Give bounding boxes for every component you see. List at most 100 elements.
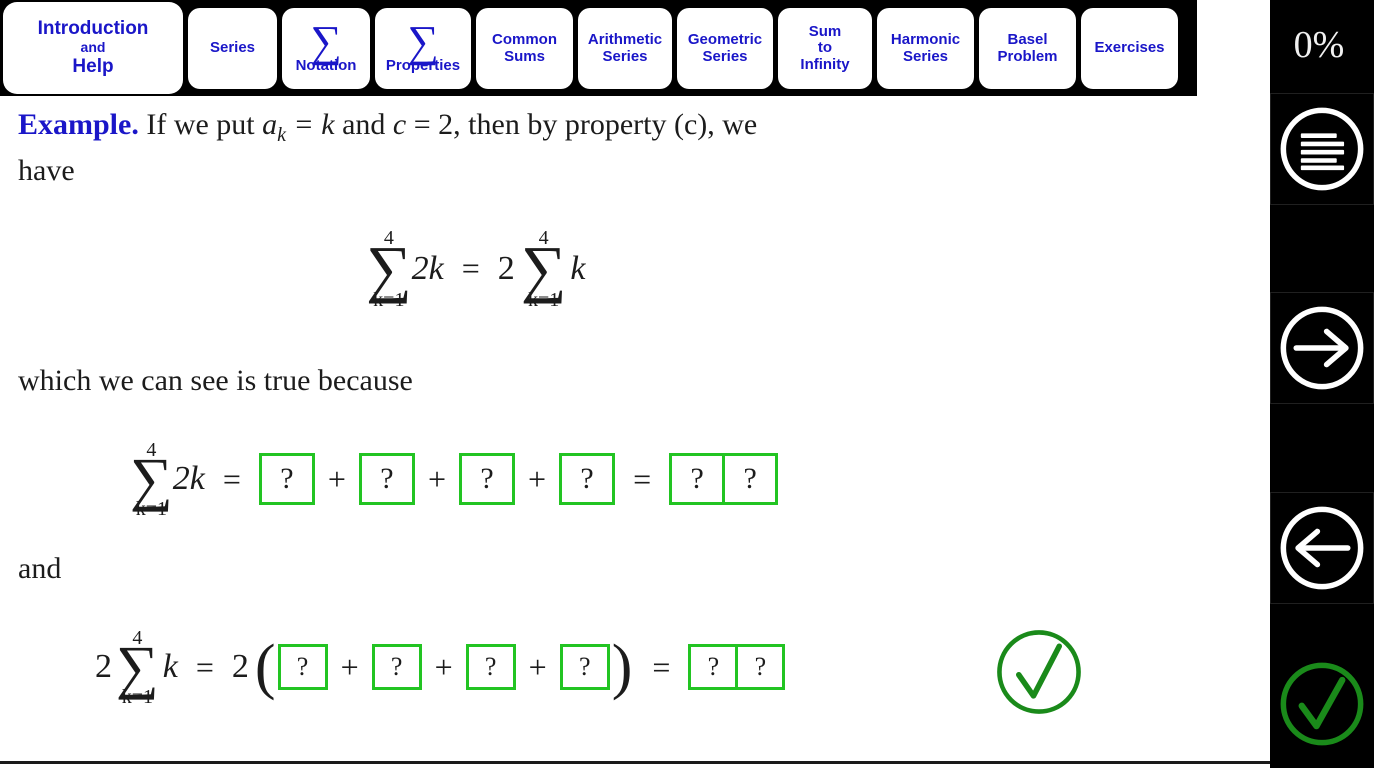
example-equation-1: = k	[293, 108, 335, 141]
nav-label-basel: Basel	[1007, 31, 1048, 49]
answer-box[interactable]: ?	[735, 644, 786, 691]
nav-label-common: Common	[492, 31, 557, 49]
summation-left-1: 4 ∑ k=1	[366, 228, 412, 310]
equals-sign-2b: =	[633, 460, 652, 497]
nav-label-help: Help	[72, 55, 114, 77]
and-text: and	[18, 552, 62, 585]
equation-display-2: 4 ∑ k=1 2k = ? + ? + ? + ? = ? ?	[130, 440, 779, 520]
example-variable-c: c	[392, 108, 407, 141]
progress-percent-label: 0%	[1293, 24, 1345, 66]
nav-label-problem: Problem	[997, 47, 1058, 65]
equation-display-1: 4 ∑ k=1 2k = 2 4 ∑ k=1 k	[366, 228, 585, 310]
answer-box-pair-2: ? ?	[669, 453, 779, 506]
answer-box[interactable]: ?	[358, 453, 415, 506]
right-sidebar: 0%	[1270, 0, 1374, 768]
nav-label-properties: Properties	[385, 57, 461, 75]
answer-box[interactable]: ?	[688, 644, 739, 691]
sum-lower-limit: k=1	[527, 288, 560, 311]
nav-button-basel-problem[interactable]: Basel Problem	[979, 8, 1076, 89]
sigma-icon: ∑	[407, 16, 439, 66]
sigma-icon: ∑	[116, 634, 159, 700]
answer-box[interactable]: ?	[465, 644, 516, 691]
sidebar-button-menu[interactable]	[1270, 93, 1374, 205]
sigma-icon: ∑	[366, 233, 412, 304]
example-variable-a: a	[262, 108, 278, 141]
example-text-2: and	[342, 108, 386, 141]
answer-box[interactable]: ?	[559, 644, 610, 691]
nav-label-infinity: Infinity	[800, 55, 850, 73]
answer-box-pair-3: ? ?	[688, 644, 786, 691]
sum-lower-limit: k=1	[121, 685, 154, 708]
nav-button-properties[interactable]: ∑ Properties	[375, 8, 471, 89]
nav-button-series[interactable]: Series	[188, 8, 277, 89]
nav-label-introduction: Introduction	[37, 17, 149, 39]
equals-sign-3a: =	[195, 648, 214, 685]
answer-box[interactable]: ?	[722, 453, 779, 506]
arrow-left-icon	[1280, 506, 1364, 590]
nav-button-harmonic-series[interactable]: Harmonic Series	[877, 8, 974, 89]
sigma-icon: ∑	[520, 233, 567, 304]
example-equation-2: = 2,	[413, 108, 461, 141]
nav-label-geometric: Geometric	[687, 31, 763, 49]
sigma-icon: ∑	[130, 446, 173, 512]
plus-sign: +	[434, 648, 453, 685]
outer-coefficient-3: 2	[231, 648, 249, 686]
sum-lower-limit: k=1	[373, 288, 405, 311]
open-paren-3: (	[254, 633, 276, 702]
nav-button-arithmetic-series[interactable]: Arithmetic Series	[578, 8, 672, 89]
sidebar-button-previous[interactable]	[1270, 492, 1374, 604]
coefficient-3: 2	[95, 648, 112, 686]
nav-label-arithmetic: Arithmetic	[587, 31, 663, 49]
nav-label-sum: Sum	[808, 23, 842, 41]
answer-box[interactable]: ?	[559, 453, 616, 506]
nav-button-sum-to-infinity[interactable]: Sum to Infinity	[778, 8, 872, 89]
summation-3: 4 ∑ k=1	[116, 628, 159, 707]
bottom-divider	[0, 761, 1270, 764]
slide-content: Example. If we put ak = k and c = 2, the…	[0, 96, 1270, 764]
answer-box[interactable]: ?	[277, 644, 328, 691]
nav-label-to: to	[817, 39, 833, 57]
top-navigation-bar: Introduction and Help Series ∑ Notation …	[0, 0, 1197, 96]
example-variable-a-subscript: k	[277, 124, 287, 146]
have-text: have	[18, 154, 75, 187]
nav-button-common-sums[interactable]: Common Sums	[476, 8, 573, 89]
nav-button-introduction-help[interactable]: Introduction and Help	[3, 2, 183, 94]
sidebar-button-next[interactable]	[1270, 292, 1374, 404]
check-circle-icon	[1280, 662, 1364, 746]
nav-label-exercises: Exercises	[1094, 39, 1165, 57]
menu-icon	[1280, 107, 1364, 191]
because-text: which we can see is true because	[18, 364, 413, 397]
equals-sign-1: =	[461, 250, 480, 287]
check-answer-button-inline[interactable]	[993, 626, 1085, 723]
nav-button-exercises[interactable]: Exercises	[1081, 8, 1178, 89]
plus-sign: +	[528, 648, 547, 685]
sigma-icon: ∑	[310, 16, 342, 66]
example-lead-label: Example.	[18, 108, 139, 141]
example-text-3: then by property (c), we	[468, 108, 758, 141]
check-circle-icon	[997, 630, 1081, 714]
close-paren-3: )	[611, 633, 633, 702]
plus-sign: +	[528, 460, 547, 497]
example-text-1: If we put	[146, 108, 255, 141]
plus-sign: +	[340, 648, 359, 685]
arrow-right-icon	[1280, 306, 1364, 390]
answer-box[interactable]: ?	[258, 453, 315, 506]
nav-label-harmonic-series: Series	[902, 47, 949, 65]
nav-label-harmonic: Harmonic	[890, 31, 961, 49]
sum-lower-limit: k=1	[135, 497, 168, 520]
summation-right-1: 4 ∑ k=1	[521, 228, 567, 310]
sum-body-left-1: 2k	[411, 249, 444, 287]
sum-body-2: 2k	[172, 460, 205, 498]
equals-sign-2a: =	[222, 460, 241, 497]
nav-button-notation[interactable]: ∑ Notation	[282, 8, 370, 89]
progress-indicator: 0%	[1270, 0, 1374, 90]
nav-label-series: Series	[209, 39, 256, 57]
sidebar-button-check-answer[interactable]	[1270, 648, 1374, 760]
answer-box[interactable]: ?	[459, 453, 516, 506]
nav-label-geometric-series: Series	[702, 47, 748, 65]
nav-button-geometric-series[interactable]: Geometric Series	[677, 8, 773, 89]
answer-box[interactable]: ?	[371, 644, 422, 691]
answer-box[interactable]: ?	[669, 453, 726, 506]
nav-label-and: and	[80, 39, 106, 56]
plus-sign: +	[327, 460, 346, 497]
